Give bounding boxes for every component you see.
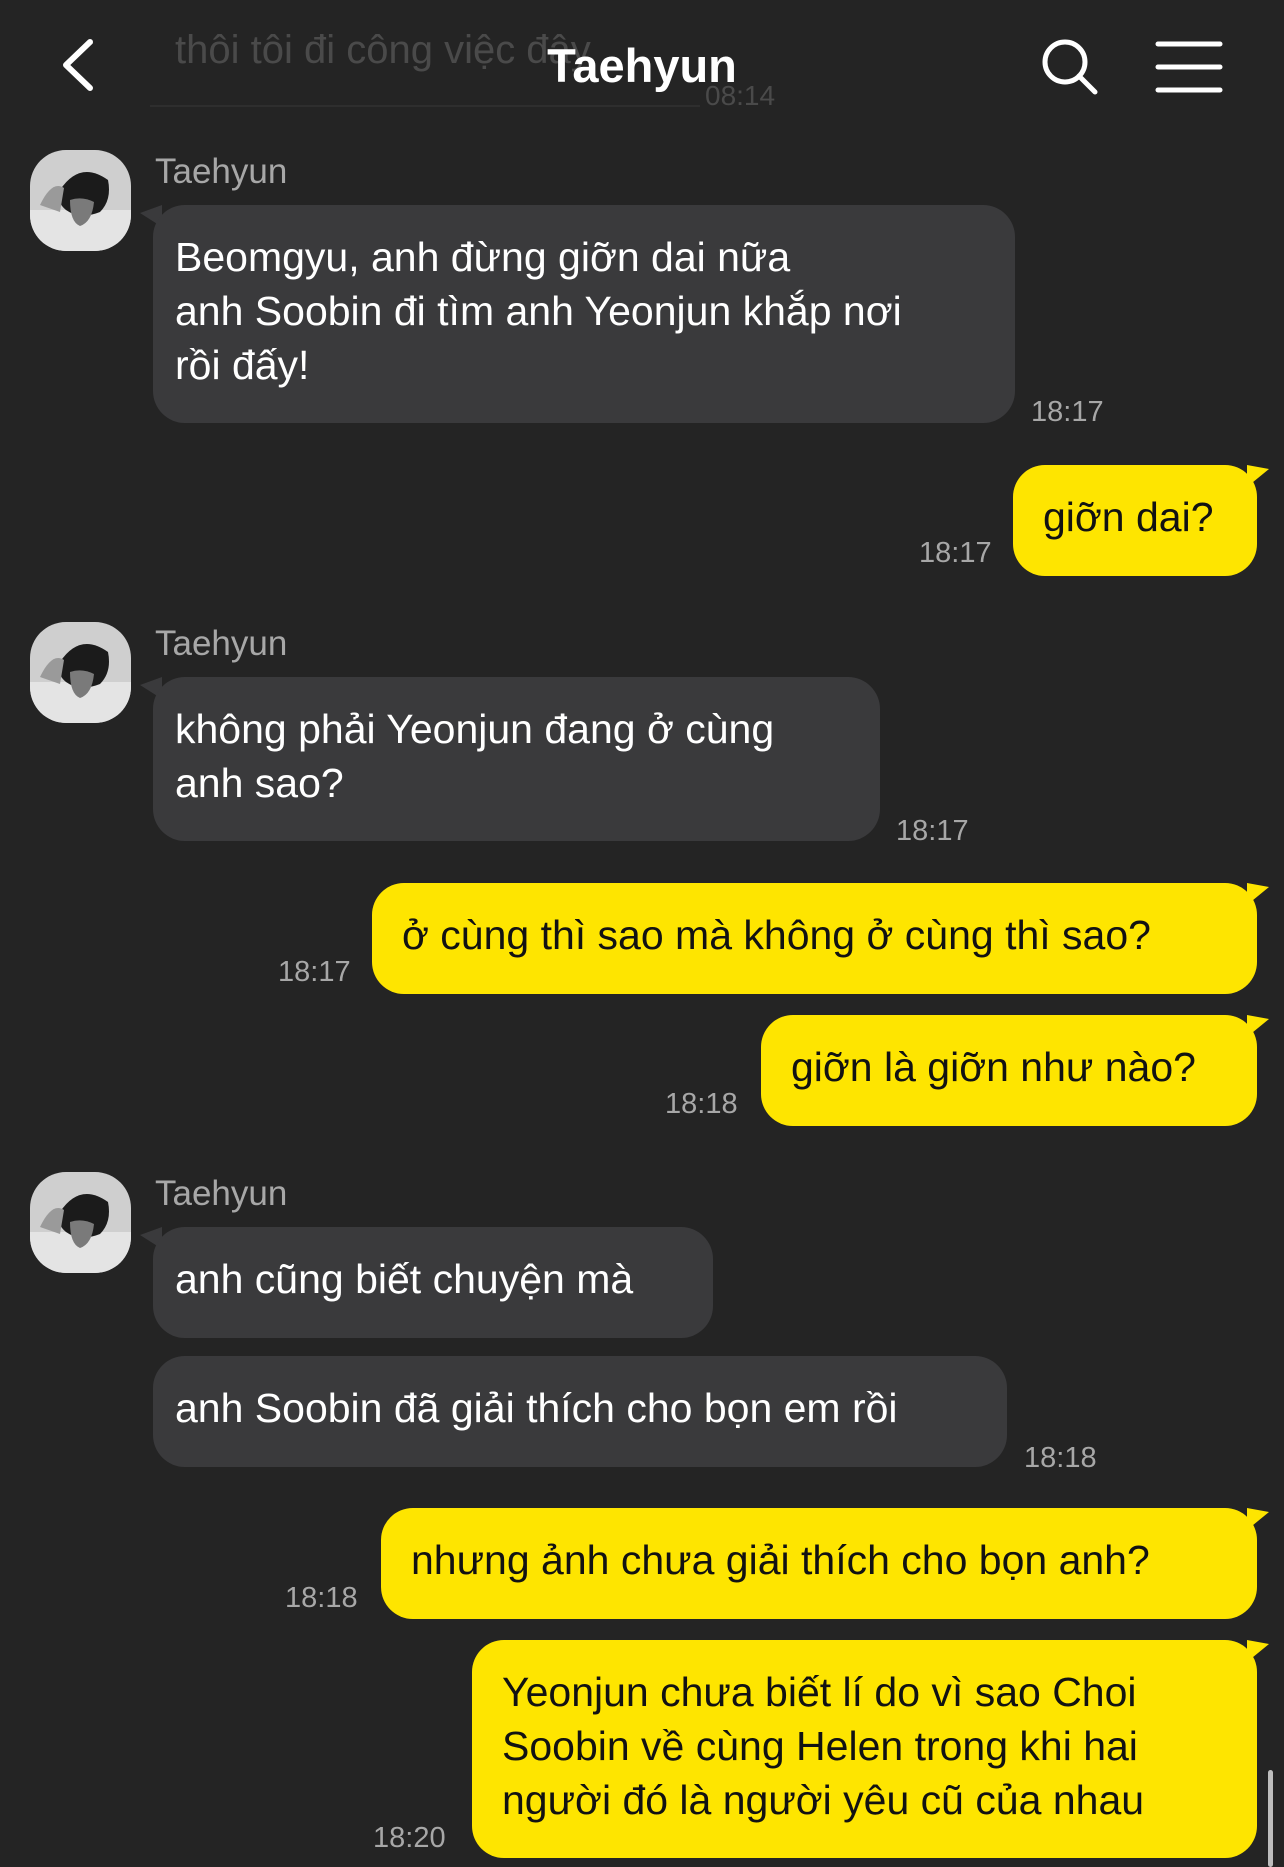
avatar[interactable] — [30, 622, 131, 723]
message-timestamp: 18:17 — [919, 537, 992, 569]
message-timestamp: 18:20 — [373, 1822, 446, 1854]
sender-name: Taehyun — [155, 624, 288, 663]
message-timestamp: 18:18 — [665, 1088, 738, 1120]
background-divider — [150, 105, 700, 107]
sender-name: Taehyun — [155, 152, 288, 191]
message-bubble-outgoing[interactable]: Yeonjun chưa biết lí do vì sao Choi Soob… — [472, 1640, 1257, 1858]
profile-photo — [30, 150, 131, 251]
menu-button[interactable] — [1150, 32, 1228, 102]
scrollbar[interactable] — [1268, 1770, 1273, 1867]
avatar[interactable] — [30, 1172, 131, 1273]
message-bubble-outgoing[interactable]: giỡn là giỡn như nào? — [761, 1015, 1257, 1126]
profile-photo — [30, 1172, 131, 1273]
message-bubble-outgoing[interactable]: nhưng ảnh chưa giải thích cho bọn anh? — [381, 1508, 1257, 1619]
bubble-tail — [1247, 1508, 1269, 1530]
message-bubble-incoming[interactable]: không phải Yeonjun đang ở cùng anh sao? — [153, 677, 880, 841]
message-timestamp: 18:17 — [278, 956, 351, 988]
chat-header: thôi tôi đi công việc đây 08:14 Taehyun — [0, 0, 1284, 135]
message-bubble-incoming[interactable]: anh Soobin đã giải thích cho bọn em rồi — [153, 1356, 1007, 1467]
message-timestamp: 18:18 — [1024, 1442, 1097, 1474]
message-bubble-incoming[interactable]: Beomgyu, anh đừng giỡn dai nữa anh Soobi… — [153, 205, 1015, 423]
hamburger-menu-icon — [1155, 41, 1223, 93]
message-bubble-incoming[interactable]: anh cũng biết chuyện mà — [153, 1227, 713, 1338]
avatar[interactable] — [30, 150, 131, 251]
search-icon — [1042, 39, 1098, 95]
sender-name: Taehyun — [155, 1174, 288, 1213]
profile-photo — [30, 622, 131, 723]
search-button[interactable] — [1035, 32, 1105, 102]
message-bubble-outgoing[interactable]: giỡn dai? — [1013, 465, 1257, 576]
message-timestamp: 18:17 — [896, 815, 969, 847]
message-timestamp: 18:18 — [285, 1582, 358, 1614]
message-bubble-outgoing[interactable]: ở cùng thì sao mà không ở cùng thì sao? — [372, 883, 1257, 994]
bubble-tail — [1247, 1640, 1269, 1662]
bubble-tail — [1247, 465, 1269, 487]
bubble-tail — [1247, 1015, 1269, 1037]
message-timestamp: 18:17 — [1031, 396, 1104, 428]
bubble-tail — [1247, 883, 1269, 905]
